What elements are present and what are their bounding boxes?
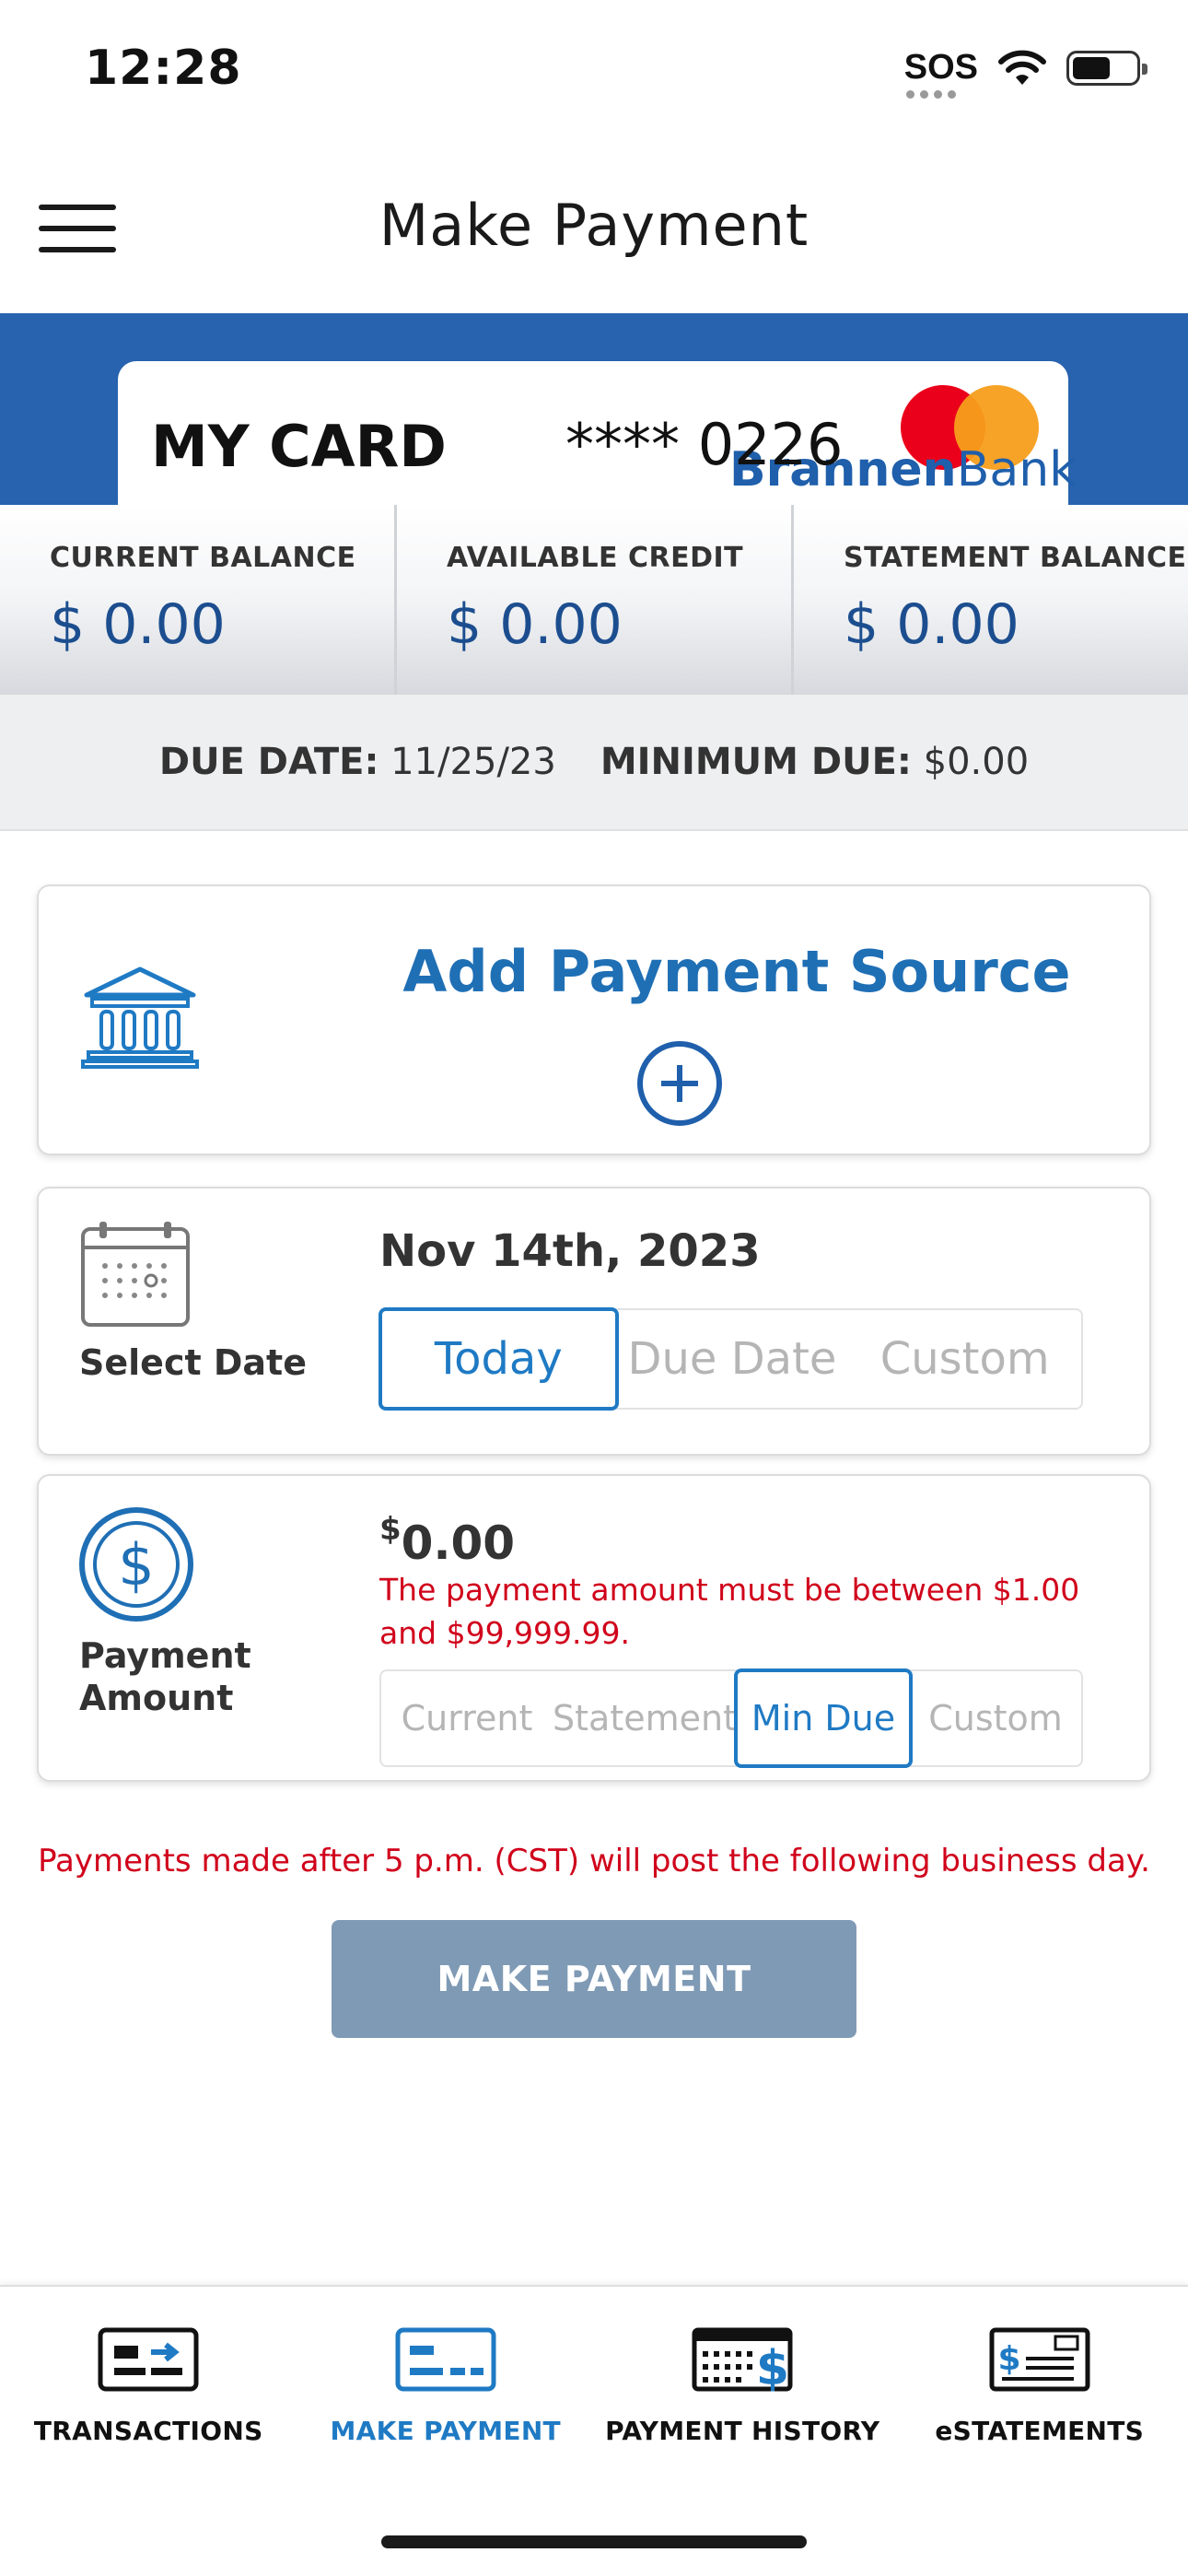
sos-label: SOS [903, 48, 978, 87]
due-summary: DUE DATE: 11/25/23 MINIMUM DUE: $0.00 [0, 695, 1188, 831]
estatements-icon: $ [989, 2327, 1090, 2392]
amount-option-current[interactable]: Current [381, 1671, 553, 1765]
amount-option-custom[interactable]: Custom [910, 1671, 1081, 1765]
balance-value: $ 0.00 [50, 592, 226, 657]
add-payment-source-panel[interactable]: Add Payment Source [37, 884, 1151, 1155]
bank-icon [81, 966, 199, 1069]
home-indicator[interactable] [381, 2535, 807, 2548]
selected-date: Nov 14th, 2023 [379, 1225, 761, 1277]
nav-item-estatements[interactable]: $ eSTATEMENTS [891, 2287, 1188, 2576]
amount-option-min-due[interactable]: Min Due [733, 1669, 913, 1768]
statement-balance: STATEMENT BALANCE $ 0.00 [791, 505, 1188, 695]
nav-label: eSTATEMENTS [935, 2416, 1145, 2446]
date-option-custom[interactable]: Custom [848, 1310, 1081, 1408]
amount-segmented-control: Current Statement Min Due Custom [379, 1669, 1083, 1768]
balance-value: $ 0.00 [447, 592, 623, 657]
minimum-due: MINIMUM DUE: $0.00 [600, 741, 1029, 783]
date-option-due-date[interactable]: Due Date [616, 1310, 849, 1408]
svg-text:$: $ [756, 2341, 789, 2392]
payment-amount-panel: $ Payment Amount $0.00 The payment amoun… [37, 1474, 1151, 1782]
nav-label: TRANSACTIONS [33, 2416, 263, 2446]
svg-text:$: $ [997, 2340, 1020, 2378]
bank-name-thin: Bank [956, 442, 1077, 498]
plus-circle-icon[interactable] [637, 1041, 722, 1126]
amount-number: 0.00 [401, 1516, 516, 1570]
status-time: 12:28 [85, 41, 242, 96]
balance-label: AVAILABLE CREDIT [447, 542, 744, 574]
select-date-panel: Select Date Nov 14th, 2023 Today Due Dat… [37, 1187, 1151, 1456]
balances-row: CURRENT BALANCE $ 0.00 AVAILABLE CREDIT … [0, 505, 1188, 695]
make-payment-icon [395, 2327, 496, 2392]
current-balance: CURRENT BALANCE $ 0.00 [0, 505, 394, 695]
date-segmented-control: Today Due Date Custom [379, 1307, 1083, 1411]
available-credit: AVAILABLE CREDIT $ 0.00 [394, 505, 791, 695]
dollar-icon: $ [79, 1507, 193, 1622]
due-date-value: 11/25/23 [390, 741, 556, 783]
status-icons: SOS [903, 48, 1147, 99]
card-number: **** 0226 [565, 411, 844, 478]
card-name: MY CARD [151, 413, 447, 480]
due-date-label: DUE DATE: [158, 741, 379, 783]
sos-indicator: SOS [903, 48, 978, 99]
payment-amount-label: Payment Amount [79, 1634, 251, 1719]
header: Make Payment [0, 138, 1188, 313]
select-date-label: Select Date [79, 1342, 307, 1383]
page-title: Make Payment [379, 192, 809, 259]
card-banner: MY CARD BrannenBank **** 0226 [0, 313, 1188, 505]
nav-label: MAKE PAYMENT [330, 2416, 561, 2446]
amount-option-statement[interactable]: Statement [553, 1671, 737, 1765]
minimum-due-label: MINIMUM DUE: [600, 741, 912, 783]
transactions-icon [98, 2327, 199, 2392]
make-payment-button[interactable]: MAKE PAYMENT [332, 1920, 856, 2038]
credit-card[interactable]: MY CARD BrannenBank **** 0226 [118, 361, 1077, 505]
nav-item-payment-history[interactable]: $ PAYMENT HISTORY [594, 2287, 891, 2576]
payment-amount-label-line: Payment [79, 1635, 251, 1676]
date-option-today[interactable]: Today [379, 1307, 619, 1411]
nav-label: PAYMENT HISTORY [605, 2416, 880, 2446]
payment-amount-value[interactable]: $0.00 [379, 1511, 516, 1570]
minimum-due-value: $0.00 [923, 741, 1030, 783]
wifi-icon [998, 50, 1046, 85]
amount-error-message: The payment amount must be between $1.00… [379, 1572, 1080, 1651]
nav-item-transactions[interactable]: TRANSACTIONS [0, 2287, 297, 2576]
signal-dots-icon [905, 90, 956, 99]
battery-icon [1066, 50, 1147, 86]
balance-label: STATEMENT BALANCE [844, 542, 1187, 574]
payment-history-icon: $ [692, 2327, 793, 2396]
cutoff-note: Payments made after 5 p.m. (CST) will po… [38, 1843, 1150, 1879]
bottom-nav: TRANSACTIONS MAKE PAYMENT $ PAYMENT HIST… [0, 2285, 1188, 2576]
calendar-icon [81, 1222, 190, 1327]
due-date: DUE DATE: 11/25/23 [159, 741, 556, 783]
nav-item-make-payment[interactable]: MAKE PAYMENT [297, 2287, 595, 2576]
currency-symbol: $ [379, 1511, 402, 1548]
balance-label: CURRENT BALANCE [50, 542, 356, 574]
status-bar: 12:28 SOS [0, 0, 1188, 138]
add-payment-source-label[interactable]: Add Payment Source [379, 938, 1094, 1005]
balance-value: $ 0.00 [844, 592, 1019, 657]
payment-amount-label-line: Amount [79, 1678, 234, 1718]
